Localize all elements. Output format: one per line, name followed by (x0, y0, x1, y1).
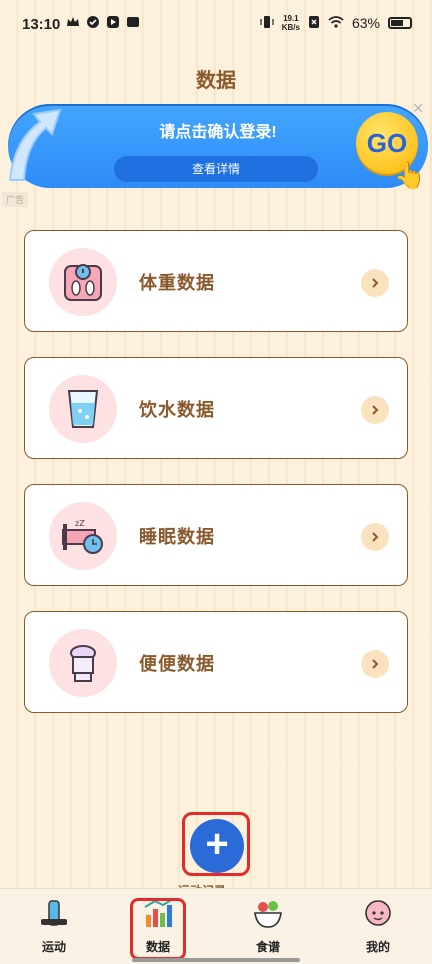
pointing-hand-icon: 👆 (393, 160, 426, 190)
card-label: 便便数据 (139, 654, 215, 674)
net-speed-value: 19.1 (283, 14, 299, 23)
water-data-card[interactable]: 饮水数据 (24, 357, 408, 459)
app-badge-icon (126, 15, 140, 29)
chevron-right-icon[interactable] (361, 523, 389, 551)
water-glass-icon (49, 375, 117, 443)
status-notification-icons (66, 15, 140, 29)
bowel-data-card[interactable]: 便便数据 (24, 611, 408, 713)
fitness-icon (41, 900, 67, 926)
battery-percent: 63% (351, 15, 380, 31)
play-app-icon (106, 15, 120, 29)
avatar-icon (365, 900, 391, 926)
sleep-bed-icon: zZ (49, 502, 117, 570)
nav-label: 我的 (365, 940, 390, 954)
home-indicator[interactable] (132, 958, 300, 962)
arrow-decoration-icon (8, 108, 62, 181)
wifi-icon (328, 15, 344, 32)
nav-label: 运动 (41, 940, 66, 954)
vibrate-icon (260, 15, 274, 32)
status-right: 19.1 KB/s 63% (260, 14, 412, 32)
chevron-right-icon[interactable] (361, 396, 389, 424)
battery-icon (388, 17, 412, 29)
net-speed: 19.1 KB/s (282, 14, 300, 32)
add-record-button[interactable]: + (190, 819, 244, 873)
card-label: 睡眠数据 (139, 527, 215, 547)
status-bar: 13:10 19.1 KB/s 63% (0, 0, 432, 52)
card-label: 体重数据 (139, 273, 215, 293)
status-time: 13:10 (22, 16, 61, 33)
net-speed-unit: KB/s (281, 23, 300, 32)
nav-item-exercise[interactable]: 运动 (24, 897, 84, 957)
check-badge-icon (86, 15, 100, 29)
close-ad-icon[interactable]: ✕ (412, 100, 424, 117)
sim-x-icon (308, 15, 320, 32)
scale-icon (49, 248, 117, 316)
nav-item-profile[interactable]: 我的 (348, 897, 408, 957)
crown-icon (66, 15, 80, 29)
svg-text:zZ: zZ (75, 519, 85, 528)
chevron-right-icon[interactable] (361, 269, 389, 297)
weight-data-card[interactable]: 体重数据 (24, 230, 408, 332)
food-bowl-icon (254, 901, 282, 928)
page-title: 数据 (196, 70, 236, 92)
bottom-nav: 运动 数据 食谱 我的 (0, 888, 432, 964)
nav-active-highlight (130, 898, 186, 960)
banner-details-button[interactable]: 查看详情 (114, 156, 318, 182)
add-record-highlight: + (182, 812, 250, 876)
card-label: 饮水数据 (139, 400, 215, 420)
toilet-icon (49, 629, 117, 697)
chevron-right-icon[interactable] (361, 650, 389, 678)
ad-banner[interactable]: 请点击确认登录! 查看详情 GO 👆 (8, 104, 428, 190)
nav-label: 食谱 (255, 940, 280, 954)
nav-item-recipes[interactable]: 食谱 (238, 897, 298, 957)
ad-label: 广告 (2, 192, 29, 207)
sleep-data-card[interactable]: zZ 睡眠数据 (24, 484, 408, 586)
